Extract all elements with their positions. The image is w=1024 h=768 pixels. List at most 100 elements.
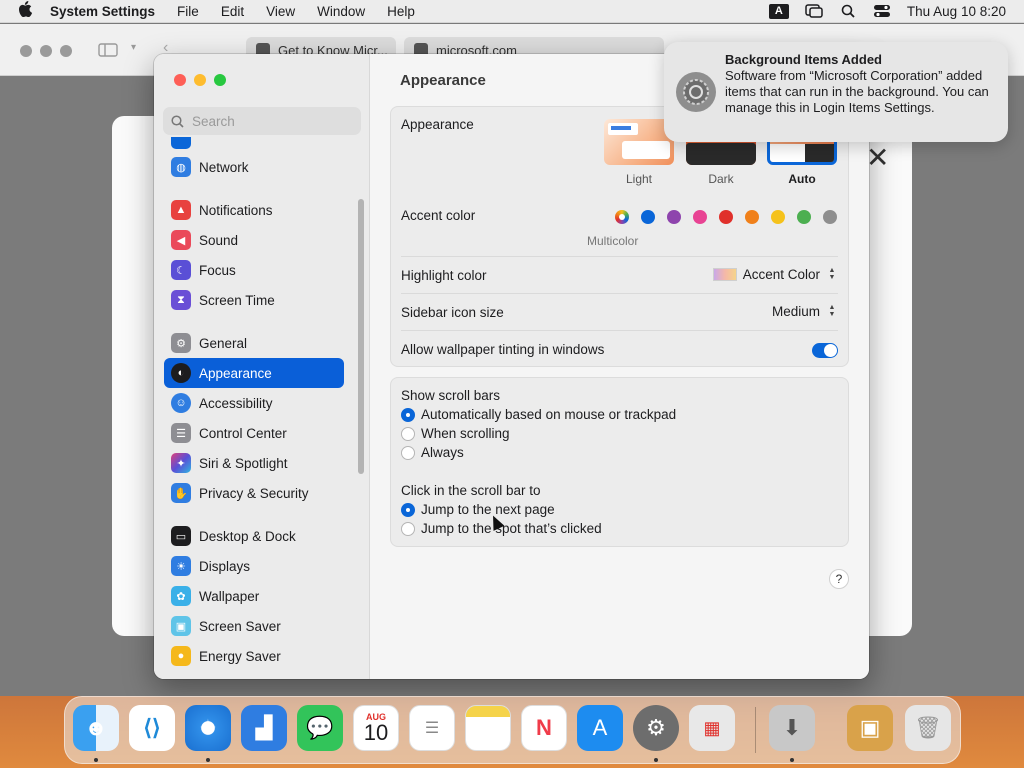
downloads-icon[interactable]: ⬇ [769,705,815,751]
menu-help[interactable]: Help [387,4,415,19]
click-scroll-bar-label: Click in the scroll bar to [401,483,541,498]
globe-icon: ◍ [171,157,191,177]
sidebar-item-label: Focus [199,262,236,278]
scroll-bars-always-option[interactable]: Always [401,445,464,460]
scroll-bars-when-scrolling-option[interactable]: When scrolling [401,426,510,441]
sidebar-item-control-center[interactable]: ☰ Control Center [164,418,344,448]
chevron-down-icon[interactable]: ▾ [131,42,136,53]
wallpaper-tinting-toggle[interactable] [812,343,838,358]
notification-banner[interactable]: Background Items Added Software from “Mi… [664,42,1008,142]
close-button[interactable] [174,74,186,86]
gear-icon: ⚙ [171,333,191,353]
accent-blue-swatch[interactable] [641,210,655,224]
dock: ☻ ⟨⟩ ✦ ▟ 💬 AUG 10 ☰ N A ⚙ ▦ ⬇ ▣ 🗑 [64,696,961,764]
accent-green-swatch[interactable] [797,210,811,224]
sidebar-item-desktop-dock[interactable]: ▭ Desktop & Dock [164,521,344,551]
app-store-icon[interactable]: A [577,705,623,751]
news-icon[interactable]: N [521,705,567,751]
sidebar-item-wallpaper[interactable]: ✿ Wallpaper [164,581,344,611]
app-menu[interactable]: System Settings [50,4,155,19]
sidebar-item-appearance[interactable]: ◐ Appearance [164,358,344,388]
hand-icon: ✋ [171,483,191,503]
help-button[interactable]: ? [829,569,849,589]
radio-button[interactable] [401,521,415,536]
sidebar-item-label: Desktop & Dock [199,528,296,544]
browser-zoom-button[interactable] [60,45,72,57]
zoom-button[interactable] [214,74,226,86]
minimize-button[interactable] [194,74,206,86]
accent-red-swatch[interactable] [719,210,733,224]
radio-button[interactable] [401,407,415,422]
close-icon[interactable]: ✕ [866,141,889,174]
sidebar-item-partial[interactable] [164,137,344,151]
sidebar-item-screen-saver[interactable]: ▣ Screen Saver [164,611,344,641]
input-source-icon[interactable]: A [768,3,789,19]
accent-purple-swatch[interactable] [667,210,681,224]
lightbulb-icon: ● [171,646,191,666]
spotlight-search-icon[interactable] [839,4,857,18]
sidebar-item-general[interactable]: ⚙ General [164,328,344,358]
accent-graphite-swatch[interactable] [823,210,837,224]
calendar-icon[interactable]: AUG 10 [353,705,399,751]
moon-icon: ☾ [171,260,191,280]
scroll-bars-auto-option[interactable]: Automatically based on mouse or trackpad [401,407,676,422]
notes-icon[interactable] [465,705,511,751]
bell-icon: ▲ [171,200,191,220]
screen-mirroring-icon[interactable] [805,4,823,18]
browser-minimize-button[interactable] [40,45,52,57]
sun-icon: ☀ [171,556,191,576]
sidebar-item-accessibility[interactable]: ☺ Accessibility [164,388,344,418]
sidebar-item-privacy-security[interactable]: ✋ Privacy & Security [164,478,344,508]
radio-button[interactable] [401,426,415,441]
browser-close-button[interactable] [20,45,32,57]
radio-label: Automatically based on mouse or trackpad [421,407,677,422]
launchpad-icon[interactable]: ▦ [689,705,735,751]
search-input[interactable]: Search [163,107,361,135]
sidebar-icon-size-popup[interactable]: Medium ▲ ▼ [772,303,838,319]
reminders-icon[interactable]: ☰ [409,705,455,751]
light-mode-label: Light [625,172,653,186]
sidebar-scrollbar[interactable] [358,199,364,474]
sidebar-item-screen-time[interactable]: ⧗ Screen Time [164,285,344,315]
sidebar-item-siri-spotlight[interactable]: ✦ Siri & Spotlight [164,448,344,478]
appearance-pane: Appearance Appearance Light Dark Auto Ac… [370,54,869,679]
keynote-icon[interactable]: ▟ [241,705,287,751]
trash-icon[interactable]: 🗑 [905,705,951,751]
jump-next-page-option[interactable]: Jump to the next page [401,502,555,517]
sidebar-item-energy-saver[interactable]: ● Energy Saver [164,641,344,671]
search-icon [171,114,184,128]
sidebar-item-focus[interactable]: ☾ Focus [164,255,344,285]
apple-menu-icon[interactable] [0,1,50,21]
package-icon[interactable]: ▣ [847,705,893,751]
sidebar-toggle-icon[interactable] [98,43,118,60]
radio-button[interactable] [401,502,415,517]
control-center-icon[interactable] [873,4,891,18]
finder-icon[interactable]: ☻ [73,705,119,751]
accent-pink-swatch[interactable] [693,210,707,224]
accent-color-label: Accent color [401,208,476,223]
accent-orange-swatch[interactable] [745,210,759,224]
sidebar-item-label: Siri & Spotlight [199,455,288,471]
sidebar-item-network[interactable]: ◍ Network [164,152,344,182]
messages-icon[interactable]: 💬 [297,705,343,751]
highlight-color-popup[interactable]: Accent Color ▲ ▼ [712,266,838,282]
accent-multicolor-swatch[interactable] [615,210,629,224]
menu-view[interactable]: View [266,4,295,19]
vscode-icon[interactable]: ⟨⟩ [129,705,175,751]
menu-edit[interactable]: Edit [221,4,244,19]
sidebar-item-displays[interactable]: ☀ Displays [164,551,344,581]
sidebar-item-notifications[interactable]: ▲ Notifications [164,195,344,225]
show-scroll-bars-label: Show scroll bars [401,388,501,403]
radio-label: Jump to the next page [421,502,555,517]
divider [401,256,838,257]
safari-icon[interactable]: ✦ [185,705,231,751]
sidebar-item-label: Control Center [199,425,287,441]
system-settings-icon[interactable]: ⚙ [633,705,679,751]
menu-clock[interactable]: Thu Aug 10 8:20 [907,4,1006,19]
menu-window[interactable]: Window [317,4,365,19]
sidebar-item-label: Notifications [199,202,273,218]
radio-button[interactable] [401,445,415,460]
accent-yellow-swatch[interactable] [771,210,785,224]
menu-file[interactable]: File [177,4,199,19]
sidebar-item-sound[interactable]: ◀ Sound [164,225,344,255]
